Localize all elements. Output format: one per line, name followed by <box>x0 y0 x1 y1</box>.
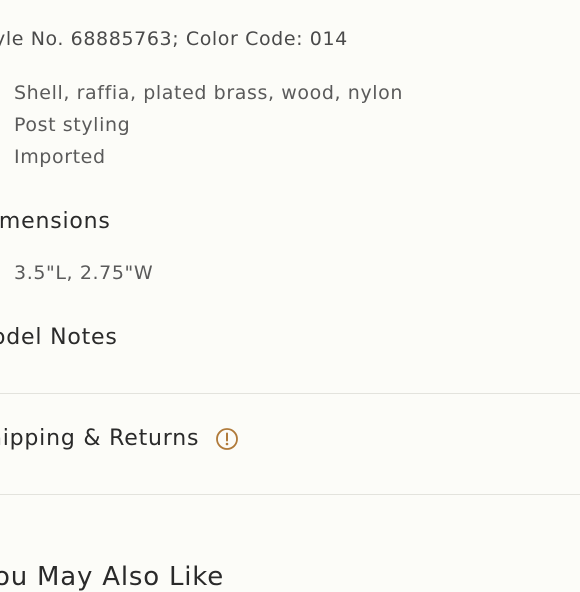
list-item-text: Post styling <box>14 114 131 136</box>
shipping-returns-toggle[interactable]: hipping & Returns <box>0 426 239 451</box>
list-item-text: Imported <box>14 146 106 168</box>
you-may-also-like-heading: ou May Also Like <box>0 562 225 592</box>
list-item-text: Shell, raffia, plated brass, wood, nylon <box>14 82 404 104</box>
list-item-text: 3.5"L, 2.75"W <box>14 262 154 284</box>
list-item: Shell, raffia, plated brass, wood, nylon <box>0 77 403 109</box>
alert-circle-icon[interactable] <box>215 427 239 451</box>
style-number-color-code: tyle No. 68885763; Color Code: 014 <box>0 28 348 50</box>
list-item: Post styling <box>0 109 403 141</box>
list-item: 3.5"L, 2.75"W <box>0 257 153 289</box>
divider <box>0 393 580 394</box>
shipping-returns-label: hipping & Returns <box>0 426 200 451</box>
list-item: Imported <box>0 141 403 173</box>
dimensions-heading: imensions <box>0 209 111 234</box>
product-details-list: Shell, raffia, plated brass, wood, nylon… <box>0 77 403 173</box>
model-notes-heading: odel Notes <box>0 325 118 350</box>
dimensions-list: 3.5"L, 2.75"W <box>0 257 153 289</box>
divider <box>0 494 580 495</box>
